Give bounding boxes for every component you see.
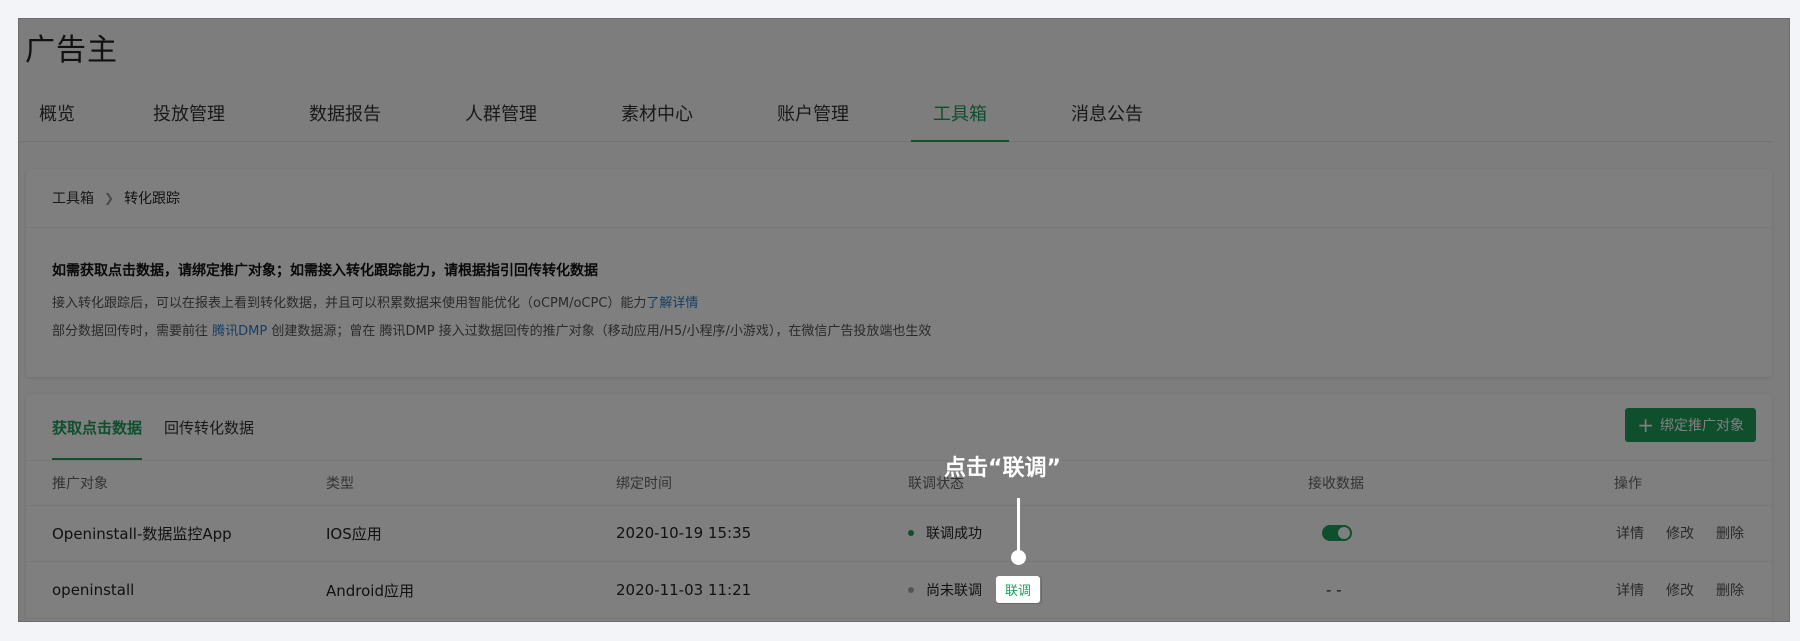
edit-link[interactable]: 修改: [1666, 580, 1694, 600]
plus-icon: +: [1637, 413, 1654, 437]
dmp-link[interactable]: 腾讯DMP: [212, 324, 267, 339]
notice-line-2: 部分数据回传时，需要前往 腾讯DMP 创建数据源；曾在 腾讯DMP 接入过数据回…: [52, 320, 1746, 339]
tab-bar: 获取点击数据 回传转化数据: [52, 394, 276, 460]
app-frame: 广告主 概览 投放管理 数据报告 人群管理 素材中心 账户管理 工具箱 消息公告…: [18, 18, 1790, 622]
header-actions: 操作: [1614, 476, 1642, 492]
highlighted-debug-button[interactable]: 联调: [996, 576, 1040, 603]
info-card: 工具箱 ❯ 转化跟踪 如需获取点击数据，请绑定推广对象；如需接入转化跟踪能力，请…: [26, 169, 1772, 377]
header-receive: 接收数据: [1308, 476, 1364, 492]
notice-line-2-suffix: 创建数据源；曾在 腾讯DMP 接入过数据回传的推广对象（移动应用/H5/小程序/…: [267, 324, 932, 339]
row-object: Openinstall-数据监控App: [52, 524, 232, 543]
notice-line-1-text: 接入转化跟踪后，可以在报表上看到转化数据，并且可以积累数据来使用智能优化（oCP…: [52, 296, 647, 311]
status-dot-icon: [908, 587, 914, 593]
callout-pointer-dot: [1011, 550, 1026, 565]
detail-link[interactable]: 详情: [1616, 580, 1644, 600]
bind-object-label: 绑定推广对象: [1660, 418, 1744, 434]
row-time: 2020-11-03 11:21: [616, 581, 752, 599]
delete-link[interactable]: 删除: [1716, 580, 1744, 600]
status-text: 尚未联调: [926, 583, 982, 599]
header-object: 推广对象: [52, 476, 108, 492]
app-title: 广告主: [25, 33, 118, 68]
row-type: IOS应用: [326, 524, 382, 543]
top-nav: 概览 投放管理 数据报告 人群管理 素材中心 账户管理 工具箱 消息公告: [19, 85, 1773, 142]
row-status: 联调成功: [908, 505, 982, 561]
breadcrumb: 工具箱 ❯ 转化跟踪: [26, 169, 1772, 228]
table-row: Openinstall-数据监控App IOS应用 2020-10-19 15:…: [26, 505, 1772, 562]
receive-toggle[interactable]: [1322, 525, 1352, 541]
detail-link[interactable]: 详情: [1616, 523, 1644, 543]
table-card: 获取点击数据 回传转化数据 + 绑定推广对象 推广对象 类型 绑定时间 联调状态…: [26, 394, 1772, 621]
row-object: openinstall: [52, 581, 135, 599]
nav-item-messages[interactable]: 消息公告: [1049, 85, 1165, 141]
header-type: 类型: [326, 476, 354, 492]
nav-item-campaign[interactable]: 投放管理: [131, 85, 247, 141]
row-receive: - -: [1308, 562, 1342, 618]
chevron-right-icon: ❯: [104, 191, 115, 205]
nav-item-reports[interactable]: 数据报告: [287, 85, 403, 141]
tab-conversion-data[interactable]: 回传转化数据: [164, 394, 254, 460]
learn-more-link[interactable]: 了解详情: [646, 296, 698, 311]
row-receive: [1308, 505, 1352, 561]
nav-item-account[interactable]: 账户管理: [755, 85, 871, 141]
callout-pointer-line: [1017, 498, 1020, 553]
status-text: 联调成功: [926, 526, 982, 542]
breadcrumb-current: 转化跟踪: [124, 191, 181, 207]
tab-click-data[interactable]: 获取点击数据: [52, 394, 143, 460]
table-header: 推广对象 类型 绑定时间 联调状态 接收数据 操作: [26, 460, 1772, 506]
notice-title: 如需获取点击数据，请绑定推广对象；如需接入转化跟踪能力，请根据指引回传转化数据: [52, 263, 598, 279]
nav-item-toolbox[interactable]: 工具箱: [911, 85, 1009, 142]
nav-item-overview[interactable]: 概览: [19, 85, 97, 141]
nav-item-assets[interactable]: 素材中心: [599, 85, 715, 141]
row-type: Android应用: [326, 581, 414, 600]
table-row: openinstall Android应用 2020-11-03 11:21 尚…: [26, 562, 1772, 619]
edit-link[interactable]: 修改: [1666, 523, 1694, 543]
callout-text: 点击“联调”: [944, 456, 1061, 481]
header-bind-time: 绑定时间: [616, 476, 672, 492]
notice-line-2-prefix: 部分数据回传时，需要前往: [52, 324, 213, 339]
row-actions: 详情 修改 删除: [1616, 505, 1766, 561]
row-actions: 详情 修改 删除: [1616, 562, 1766, 618]
nav-item-audience[interactable]: 人群管理: [443, 85, 559, 141]
delete-link[interactable]: 删除: [1716, 523, 1744, 543]
status-dot-icon: [908, 530, 914, 536]
notice: 如需获取点击数据，请绑定推广对象；如需接入转化跟踪能力，请根据指引回传转化数据 …: [26, 228, 1772, 339]
bind-object-button[interactable]: + 绑定推广对象: [1625, 408, 1756, 442]
receive-empty: - -: [1326, 581, 1342, 599]
row-time: 2020-10-19 15:35: [616, 524, 752, 542]
breadcrumb-parent[interactable]: 工具箱: [52, 188, 94, 208]
notice-line-1: 接入转化跟踪后，可以在报表上看到转化数据，并且可以积累数据来使用智能优化（oCP…: [52, 292, 1746, 311]
